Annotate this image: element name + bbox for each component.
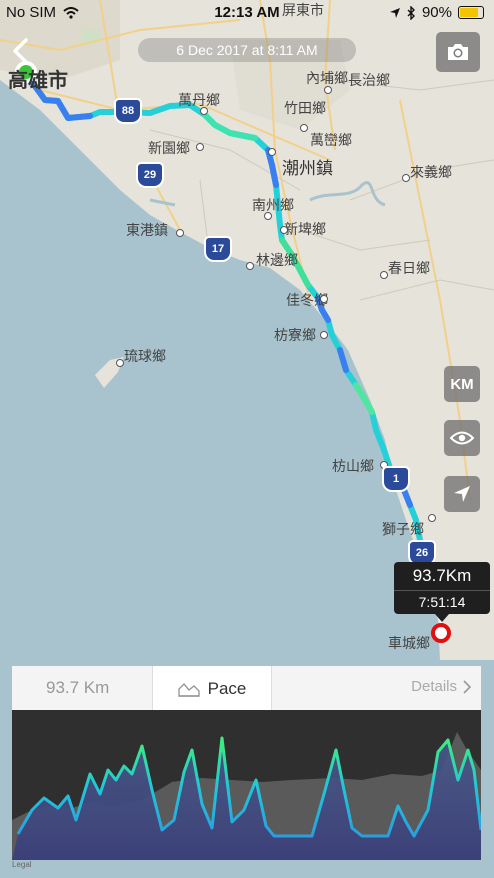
stats-tabbar: 93.7 Km Pace Details (12, 666, 481, 711)
location-arrow-icon (389, 7, 400, 18)
highway-shield: 29 (136, 162, 164, 188)
back-chevron-icon[interactable] (8, 36, 34, 66)
callout-duration: 7:51:14 (418, 594, 466, 610)
battery-percent: 90% (421, 4, 452, 21)
tab-distance[interactable]: 93.7 Km (46, 678, 109, 698)
eye-button[interactable] (444, 420, 480, 456)
place-label: 竹田鄉 (284, 100, 326, 116)
locate-button[interactable] (444, 476, 480, 512)
place-label: 獅子鄉 (382, 521, 424, 537)
pace-chart[interactable] (12, 710, 481, 860)
highway-shield: 17 (204, 236, 232, 262)
place-dot (246, 262, 254, 270)
eye-icon (450, 431, 474, 445)
details-label: Details (411, 678, 457, 695)
place-label: 潮州鎮 (282, 159, 333, 178)
km-toggle-label: KM (450, 375, 474, 393)
place-label: 車城鄉 (388, 635, 430, 651)
place-dot (196, 143, 204, 151)
place-label: 南州鄉 (252, 197, 294, 213)
place-label: 高雄市 (8, 70, 68, 92)
status-right: 90% (389, 4, 484, 21)
highway-shield: 1 (382, 466, 410, 492)
place-label: 春日鄉 (388, 260, 430, 276)
end-callout: 93.7Km 7:51:14 (394, 562, 490, 622)
place-label: 萬丹鄉 (178, 92, 220, 108)
navigation-arrow-icon (454, 486, 470, 502)
km-toggle-button[interactable]: KM (444, 366, 480, 402)
place-label: 林邊鄉 (256, 252, 298, 268)
place-dot (176, 229, 184, 237)
camera-icon (448, 44, 468, 60)
place-label: 內埔鄉 (306, 70, 348, 86)
chevron-right-icon (463, 679, 471, 694)
place-dot (300, 124, 308, 132)
trip-date: 6 Dec 2017 at 8:11 AM (138, 38, 356, 62)
stats-panel: 93.7 Km Pace Details (12, 666, 481, 860)
place-label: 長治鄉 (348, 72, 390, 88)
place-dot (280, 226, 288, 234)
place-label: 新園鄉 (148, 140, 190, 156)
camera-button[interactable] (436, 32, 480, 72)
place-dot (200, 107, 208, 115)
place-dot (320, 331, 328, 339)
area-chart-icon (177, 682, 200, 697)
status-bar: No SIM 12:13 AM 90% (0, 0, 494, 26)
place-label: 來義鄉 (410, 164, 452, 180)
place-dot (268, 148, 276, 156)
place-label: 琉球鄉 (124, 348, 166, 364)
battery-icon (458, 6, 484, 19)
callout-distance: 93.7Km (394, 562, 490, 591)
map-credit: Legal (12, 860, 32, 869)
place-label: 枋山鄉 (332, 458, 374, 474)
place-label: 新埤鄉 (284, 221, 326, 237)
highway-shield: 88 (114, 98, 142, 124)
place-dot (320, 295, 328, 303)
bluetooth-icon (407, 5, 415, 20)
place-label: 萬巒鄉 (310, 132, 352, 148)
end-marker (431, 623, 451, 643)
place-dot (380, 271, 388, 279)
place-dot (116, 359, 124, 367)
battery-fill (460, 8, 478, 17)
details-link[interactable]: Details (411, 678, 471, 695)
place-dot (428, 514, 436, 522)
place-dot (402, 174, 410, 182)
place-label: 枋寮鄉 (274, 327, 316, 343)
place-label: 東港鎮 (126, 222, 168, 238)
tab-pace[interactable]: Pace (152, 666, 272, 711)
place-dot (264, 212, 272, 220)
tab-pace-label: Pace (207, 678, 247, 698)
